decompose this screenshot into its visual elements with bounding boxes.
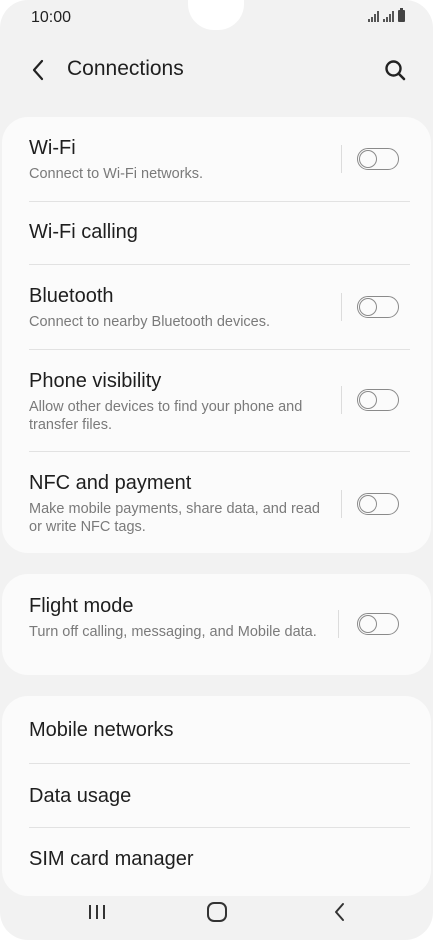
back-nav-button[interactable] [319, 896, 359, 928]
toggle-separator [338, 610, 339, 638]
data-usage-row[interactable]: Data usage [2, 764, 431, 827]
navigation-bar [0, 882, 433, 940]
flight-mode-subtitle: Turn off calling, messaging, and Mobile … [29, 624, 317, 640]
phone-visibility-subtitle: Allow other devices to find your phone a… [29, 399, 303, 433]
wifi-title: Wi-Fi [29, 137, 76, 159]
toggle-separator [341, 490, 342, 518]
wifi-calling-row[interactable]: Wi-Fi calling [2, 202, 431, 264]
bluetooth-row[interactable]: Bluetooth Connect to nearby Bluetooth de… [2, 265, 431, 349]
search-icon [385, 60, 406, 81]
phone-visibility-toggle[interactable] [357, 389, 399, 411]
wifi-subtitle: Connect to Wi-Fi networks. [29, 166, 204, 182]
toggle-knob [359, 614, 377, 633]
home-icon [207, 902, 227, 922]
recent-apps-icon [89, 905, 105, 919]
recent-apps-button[interactable] [77, 896, 117, 928]
wifi-calling-title: Wi-Fi calling [29, 221, 138, 243]
toggle-knob [359, 149, 377, 168]
nfc-title: NFC and payment [29, 472, 192, 494]
toggle-separator [341, 293, 342, 321]
flight-mode-title: Flight mode [29, 595, 134, 617]
wifi-row[interactable]: Wi-Fi Connect to Wi-Fi networks. [2, 117, 431, 201]
signal-icon [383, 10, 394, 22]
home-button[interactable] [197, 896, 237, 928]
network-settings-card: Mobile networks Data usage SIM card mana… [2, 696, 431, 896]
data-usage-title: Data usage [29, 785, 132, 807]
toggle-knob [359, 297, 377, 316]
status-time: 10:00 [31, 9, 72, 26]
toggle-knob [359, 390, 377, 409]
flight-mode-toggle[interactable] [357, 613, 399, 635]
search-button[interactable] [381, 56, 409, 84]
phone-visibility-title: Phone visibility [29, 370, 162, 392]
status-icons [368, 8, 405, 22]
toggle-separator [341, 386, 342, 414]
bluetooth-title: Bluetooth [29, 285, 114, 307]
back-arrow-icon [32, 59, 44, 81]
phone-visibility-row[interactable]: Phone visibility Allow other devices to … [2, 350, 431, 452]
back-icon [335, 903, 344, 921]
sim-manager-title: SIM card manager [29, 848, 194, 870]
status-bar: 10:00 [0, 0, 433, 36]
nfc-row[interactable]: NFC and payment Make mobile payments, sh… [2, 452, 431, 553]
sim-manager-row[interactable]: SIM card manager [2, 828, 431, 888]
toggle-separator [341, 145, 342, 173]
back-button[interactable] [24, 56, 52, 84]
nfc-subtitle: Make mobile payments, share data, and re… [29, 501, 320, 535]
nfc-toggle[interactable] [357, 493, 399, 515]
app-bar: Connections [0, 46, 433, 92]
page-title: Connections [67, 57, 184, 80]
battery-icon [398, 8, 405, 22]
phone-screen: 10:00 Connections Wi-Fi Connect to Wi-Fi… [0, 0, 433, 940]
bluetooth-subtitle: Connect to nearby Bluetooth devices. [29, 314, 271, 330]
flight-mode-card: Flight mode Turn off calling, messaging,… [2, 574, 431, 675]
wifi-toggle[interactable] [357, 148, 399, 170]
bluetooth-toggle[interactable] [357, 296, 399, 318]
connections-card-main: Wi-Fi Connect to Wi-Fi networks. Wi-Fi c… [2, 117, 431, 553]
mobile-networks-title: Mobile networks [29, 719, 174, 741]
flight-mode-row[interactable]: Flight mode Turn off calling, messaging,… [2, 574, 431, 675]
signal-icon [368, 10, 379, 22]
toggle-knob [359, 494, 377, 513]
mobile-networks-row[interactable]: Mobile networks [2, 696, 431, 763]
